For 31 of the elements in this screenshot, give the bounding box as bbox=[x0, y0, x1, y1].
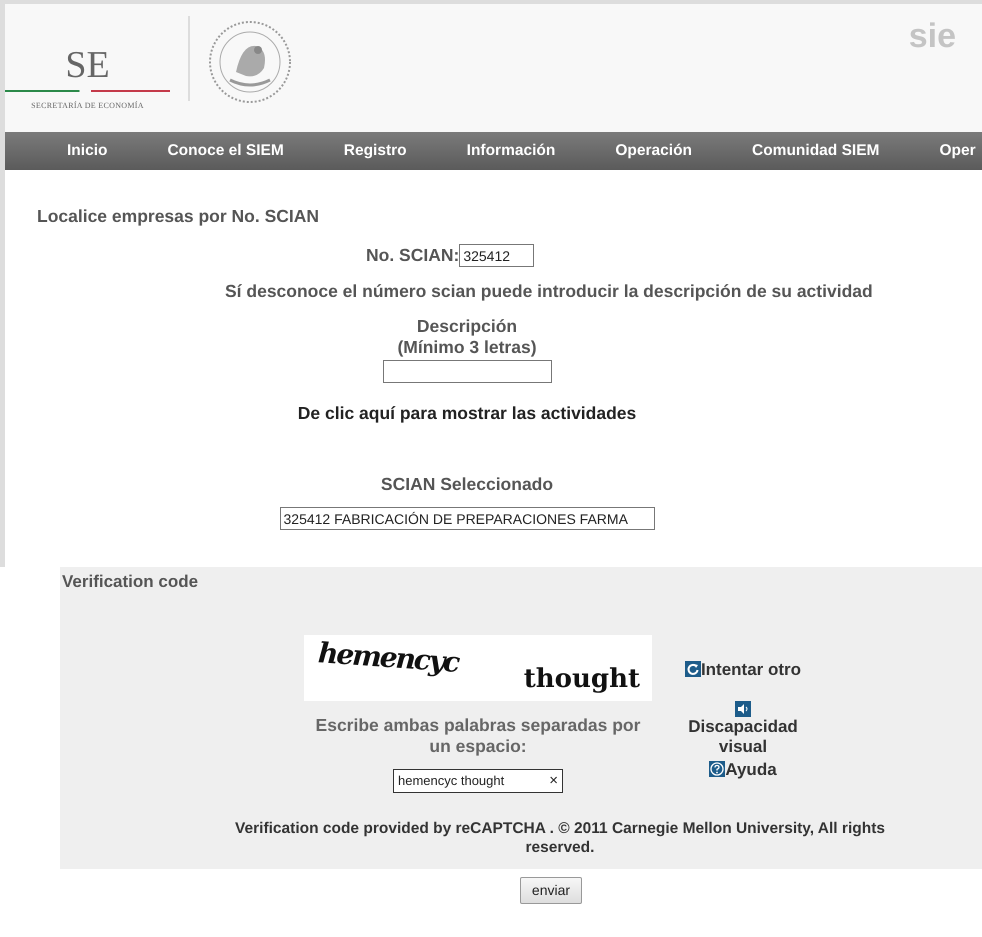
submit-button[interactable]: enviar bbox=[520, 877, 582, 904]
nav-link[interactable]: Oper bbox=[939, 139, 976, 163]
clear-button[interactable]: × bbox=[549, 770, 558, 792]
show-activities-link[interactable]: De clic aquí para mostrar las actividades bbox=[298, 403, 636, 424]
nav-link[interactable]: Información bbox=[466, 139, 556, 163]
field-label: Descripción bbox=[416, 316, 518, 337]
retry-link[interactable]: Intentar otro bbox=[684, 657, 802, 682]
credit-text: Verification code provided by reCAPTCHA . © 2011 Carnegie Mellon University, All rights reserved. bbox=[234, 819, 886, 858]
section-title: Localice empresas por No. SCIAN bbox=[37, 206, 320, 227]
scian-field[interactable]: 325412 bbox=[459, 244, 534, 267]
field-label: SCIAN Seleccionado bbox=[380, 474, 554, 495]
help-icon[interactable] bbox=[709, 761, 726, 778]
logo: SE SECRETARÍA DE ECONOMÍA bbox=[5, 4, 170, 132]
hint-text: Sí desconoce el número scian puede introducir la descripción de su actividad bbox=[225, 281, 874, 302]
nav-link[interactable]: Conoce el SIEM bbox=[167, 139, 284, 163]
refresh-icon[interactable] bbox=[684, 661, 701, 677]
selected-scian-field[interactable]: 325412 FABRICACIÓN DE PREPARACIONES FARMA bbox=[280, 507, 654, 530]
audio-link[interactable]: Discapacidad visual bbox=[678, 716, 808, 758]
answer-field[interactable]: hemencyc thought × bbox=[393, 769, 563, 793]
help-link[interactable]: Ayuda bbox=[709, 757, 777, 783]
captcha-image: hemencyc thought bbox=[304, 635, 652, 701]
section-title: Verification code bbox=[61, 571, 200, 593]
nav-link[interactable]: Operación bbox=[615, 139, 692, 163]
field-label: No. SCIAN: bbox=[366, 245, 460, 266]
instruction-text: Escribe ambas palabras separadas por un espacio: bbox=[314, 715, 642, 757]
nav-link[interactable]: Comunidad SIEM bbox=[752, 139, 880, 163]
description-field[interactable] bbox=[382, 360, 552, 383]
nav-link[interactable]: Inicio bbox=[67, 139, 108, 163]
field-note: (Mínimo 3 letras) bbox=[397, 337, 537, 358]
nav-link[interactable]: Registro bbox=[344, 139, 407, 163]
speaker-icon[interactable] bbox=[735, 700, 751, 716]
